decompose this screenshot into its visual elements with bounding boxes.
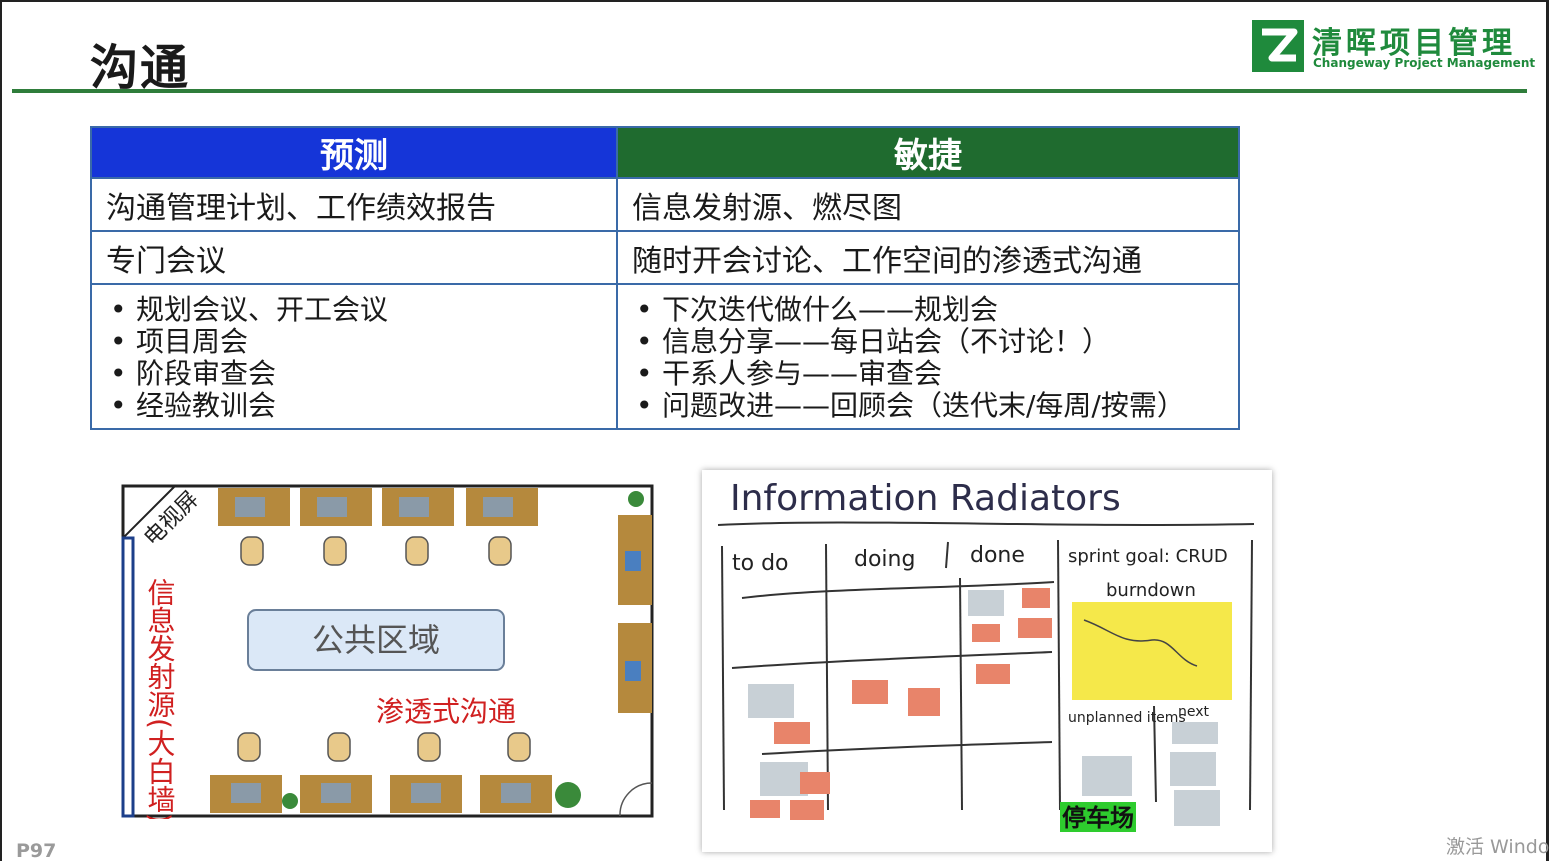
header-predictive: 预测 bbox=[90, 126, 618, 179]
column-doing: doing bbox=[854, 547, 915, 572]
table-row: 专门会议 随时开会讨论、工作空间的渗透式沟通 bbox=[90, 230, 1240, 285]
list-item: 规划会议、开工会议 bbox=[106, 293, 602, 326]
cell-predictive: 专门会议 bbox=[90, 230, 618, 285]
cell-agile: 随时开会讨论、工作空间的渗透式沟通 bbox=[616, 230, 1240, 285]
unplanned-label: unplanned items bbox=[1068, 710, 1186, 726]
plant-icon bbox=[555, 782, 581, 808]
plant-icon bbox=[628, 491, 644, 507]
list-item: 问题改进——回顾会（迭代末/每周/按需） bbox=[632, 389, 1224, 422]
logo-mark-icon bbox=[1252, 20, 1304, 72]
list-item: 干系人参与——审查会 bbox=[632, 357, 1224, 390]
comparison-table: 预测 敏捷 沟通管理计划、工作绩效报告 信息发射源、燃尽图 专门会议 随时开会讨… bbox=[90, 126, 1240, 430]
list-item: 经验教训会 bbox=[106, 389, 602, 422]
column-sprint-goal: sprint goal: CRUD bbox=[1068, 546, 1228, 567]
whiteboard-wall bbox=[121, 536, 135, 818]
list-item: 阶段审查会 bbox=[106, 357, 602, 390]
list-item: 项目周会 bbox=[106, 325, 602, 358]
cell-agile-bullets: 下次迭代做什么——规划会 信息分享——每日站会（不讨论！） 干系人参与——审查会… bbox=[616, 283, 1240, 430]
agile-meeting-list: 下次迭代做什么——规划会 信息分享——每日站会（不讨论！） 干系人参与——审查会… bbox=[632, 293, 1224, 422]
list-item: 下次迭代做什么——规划会 bbox=[632, 293, 1224, 326]
logo-tagline: Changeway Project Management bbox=[1313, 56, 1536, 70]
radiator-title: Information Radiators bbox=[730, 478, 1121, 519]
osmotic-label: 渗透式沟通 bbox=[376, 695, 516, 728]
burndown-label: burndown bbox=[1106, 580, 1196, 601]
information-radiator-board: Information Radiators to do doing done s… bbox=[702, 470, 1272, 852]
next-label: next bbox=[1178, 704, 1210, 720]
table-row-bullets: 规划会议、开工会议 项目周会 阶段审查会 经验教训会 下次迭代做什么——规划会 … bbox=[90, 283, 1240, 430]
cell-agile: 信息发射源、燃尽图 bbox=[616, 177, 1240, 232]
common-area-label: 公共区域 bbox=[312, 621, 440, 659]
office-floorplan: 电视屏 信息发射源(大白墙) 公共区域 渗透式沟通 bbox=[121, 484, 654, 819]
table-row: 沟通管理计划、工作绩效报告 信息发射源、燃尽图 bbox=[90, 177, 1240, 232]
company-logo: 清晖项目管理 Changeway Project Management bbox=[1252, 20, 1536, 72]
table-header-row: 预测 敏捷 bbox=[90, 126, 1240, 179]
column-todo: to do bbox=[732, 551, 789, 576]
wall-label: 信息发射源(大白墙) bbox=[144, 578, 177, 819]
column-done: done bbox=[970, 543, 1025, 568]
header-agile: 敏捷 bbox=[616, 126, 1240, 179]
activation-watermark: 激活 Windo bbox=[1446, 836, 1550, 858]
cell-predictive-bullets: 规划会议、开工会议 项目周会 阶段审查会 经验教训会 bbox=[90, 283, 618, 430]
burndown-chart bbox=[1072, 602, 1232, 700]
page-number: P97 bbox=[16, 840, 57, 861]
cell-predictive: 沟通管理计划、工作绩效报告 bbox=[90, 177, 618, 232]
page-title: 沟通 bbox=[90, 40, 191, 96]
title-underline bbox=[12, 89, 1527, 93]
plant-icon bbox=[282, 793, 298, 809]
parking-lot-label: 停车场 bbox=[1062, 804, 1134, 832]
predictive-meeting-list: 规划会议、开工会议 项目周会 阶段审查会 经验教训会 bbox=[106, 293, 602, 422]
list-item: 信息分享——每日站会（不讨论！） bbox=[632, 325, 1224, 358]
